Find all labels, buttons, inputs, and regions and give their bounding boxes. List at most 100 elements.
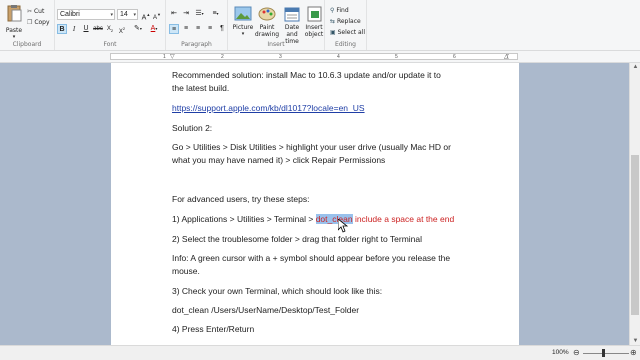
ruler-tick: 4 (337, 54, 340, 60)
text-line: Recommended solution: install Mac to 10.… (172, 70, 441, 80)
paragraph-group: ⇤ ⇥ ☰▾ ≡▾ ≡ ≡ ≡ ≡ ¶ Paragraph (166, 0, 228, 50)
editing-group-label: Editing (335, 41, 356, 48)
paragraph[interactable]: dot_clean /Users/UserName/Desktop/Test_F… (172, 304, 472, 317)
paint-palette-icon (258, 7, 276, 21)
insert-group: Picture ▾ Paint drawing Date and time In… (228, 0, 325, 50)
ruler-tick: 6 (453, 54, 456, 60)
text-line: the latest build. (172, 83, 230, 93)
replace-icon: ⇆ (330, 18, 336, 25)
chevron-down-icon[interactable]: ▾ (238, 31, 248, 38)
paste-icon (7, 5, 22, 22)
cut-button[interactable]: ✂ Cut (27, 8, 44, 15)
scissors-icon: ✂ (27, 8, 33, 15)
insert-object-icon (307, 6, 322, 22)
align-center-icon[interactable]: ≡ (181, 24, 191, 34)
paste-button[interactable] (5, 4, 23, 26)
ruler-tick: 2 (221, 54, 224, 60)
insert-group-label: Insert (267, 41, 285, 48)
paint-drawing-label-line2: drawing (254, 31, 280, 38)
paragraph[interactable]: Info: A green cursor with a + symbol sho… (172, 252, 472, 278)
grow-font-button[interactable]: A▲ (141, 10, 151, 21)
clipboard-group: Paste ▾ ✂ Cut ❐ Copy Clipboard (0, 0, 55, 50)
find-button[interactable]: ⚲ Find (330, 7, 349, 14)
mouse-pointer-icon (338, 219, 348, 233)
paragraph-settings-icon[interactable]: ¶ (217, 24, 227, 34)
text-line: Info: A green cursor with a + symbol sho… (172, 253, 451, 263)
scroll-down-icon[interactable]: ▼ (631, 338, 640, 344)
calendar-icon (284, 7, 300, 22)
select-all-button[interactable]: ▣ Select all (330, 29, 365, 36)
justify-icon[interactable]: ≡ (205, 24, 215, 34)
font-family-select[interactable]: Calibri ▾ (57, 9, 115, 20)
decrease-indent-icon[interactable]: ⇤ (169, 9, 179, 19)
cut-label: Cut (33, 8, 45, 15)
date-time-button[interactable] (283, 6, 301, 22)
replace-button[interactable]: ⇆ Replace (330, 18, 361, 25)
chevron-down-icon: ▾ (133, 12, 136, 18)
zoom-level: 100% (552, 349, 569, 356)
copy-label: Copy (34, 19, 50, 26)
zoom-out-icon[interactable]: ⊖ (573, 348, 580, 357)
picture-button[interactable] (234, 6, 252, 22)
insert-object-label: Insert object (302, 24, 326, 38)
support-link[interactable]: https://support.apple.com/kb/dl1017?loca… (172, 103, 365, 113)
align-right-icon[interactable]: ≡ (193, 24, 203, 34)
paragraph[interactable]: For advanced users, try these steps: (172, 193, 472, 206)
shrink-font-button[interactable]: A▼ (152, 10, 162, 21)
insert-object-label-line1: Insert (305, 24, 323, 31)
scroll-up-icon[interactable]: ▲ (631, 64, 640, 70)
left-indent-marker[interactable]: ▽ (170, 53, 175, 60)
ruler-tick: 5 (395, 54, 398, 60)
increase-indent-icon[interactable]: ⇥ (181, 9, 191, 19)
paragraph[interactable]: Recommended solution: install Mac to 10.… (172, 69, 472, 95)
bold-button[interactable]: B (57, 24, 67, 34)
underline-button[interactable]: U (81, 24, 91, 34)
insert-object-button[interactable] (306, 6, 324, 22)
vertical-scrollbar[interactable]: ▲ ▼ (629, 63, 640, 345)
paragraph[interactable]: Solution 2: (172, 122, 472, 135)
editing-group: ⚲ Find ⇆ Replace ▣ Select all Editing (325, 0, 367, 50)
text-run: 1) Applications > Utilities > Terminal > (172, 214, 316, 224)
font-family-value: Calibri (60, 11, 80, 18)
clipboard-group-label: Clipboard (12, 41, 42, 48)
paragraph-group-label: Paragraph (181, 41, 212, 48)
highlight-color-button[interactable]: ✎▾ (131, 24, 145, 34)
ruler-tick: 1 (163, 54, 166, 60)
font-size-select[interactable]: 14 ▾ (117, 9, 138, 20)
copy-button[interactable]: ❐ Copy (27, 19, 50, 26)
bullets-icon[interactable]: ☰▾ (193, 9, 206, 19)
chevron-down-icon[interactable]: ▾ (10, 34, 18, 41)
scrollbar-thumb[interactable] (631, 155, 639, 315)
chevron-down-icon: ▾ (110, 12, 113, 18)
paragraph[interactable]: 3) Check your own Terminal, which should… (172, 285, 472, 298)
zoom-slider-thumb[interactable] (602, 349, 605, 357)
paint-drawing-button[interactable] (258, 6, 276, 22)
picture-label: Picture (232, 24, 254, 31)
strikethrough-button[interactable]: abc (93, 24, 103, 34)
binoculars-icon: ⚲ (330, 7, 335, 14)
text-line: mouse. (172, 266, 200, 276)
paragraph[interactable]: 2) Select the troublesome folder > drag … (172, 233, 472, 246)
text-line: Go > Utilities > Disk Utilities > highli… (172, 142, 451, 152)
zoom-slider[interactable] (583, 353, 629, 354)
font-color-button[interactable]: A▾ (147, 24, 161, 34)
paragraph[interactable]: https://support.apple.com/kb/dl1017?loca… (172, 102, 472, 115)
line-spacing-icon[interactable]: ≡▾ (209, 9, 222, 19)
paragraph[interactable]: 1) Applications > Utilities > Terminal >… (172, 213, 472, 226)
superscript-button[interactable]: X2 (117, 24, 127, 35)
italic-button[interactable]: I (69, 24, 79, 34)
picture-icon (234, 6, 252, 21)
paint-drawing-label: Paint drawing (254, 24, 280, 38)
zoom-in-icon[interactable]: ⊕ (630, 348, 637, 357)
align-left-icon[interactable]: ≡ (169, 24, 179, 34)
right-indent-marker[interactable]: △ (504, 53, 509, 60)
subscript-button[interactable]: X2 (105, 24, 115, 34)
paragraph[interactable]: 4) Press Enter/Return (172, 323, 472, 336)
insert-object-label-line2: object (304, 31, 324, 38)
document-page[interactable]: Recommended solution: install Mac to 10.… (111, 63, 519, 345)
paragraph[interactable]: Go > Utilities > Disk Utilities > highli… (172, 141, 472, 167)
text-line: what you may have named it) > click Repa… (172, 155, 386, 165)
paste-label: Paste (5, 27, 23, 34)
ruler[interactable]: 1 2 3 4 5 6 7 ▽ △ (0, 51, 640, 63)
ruler-tick: 3 (279, 54, 282, 60)
